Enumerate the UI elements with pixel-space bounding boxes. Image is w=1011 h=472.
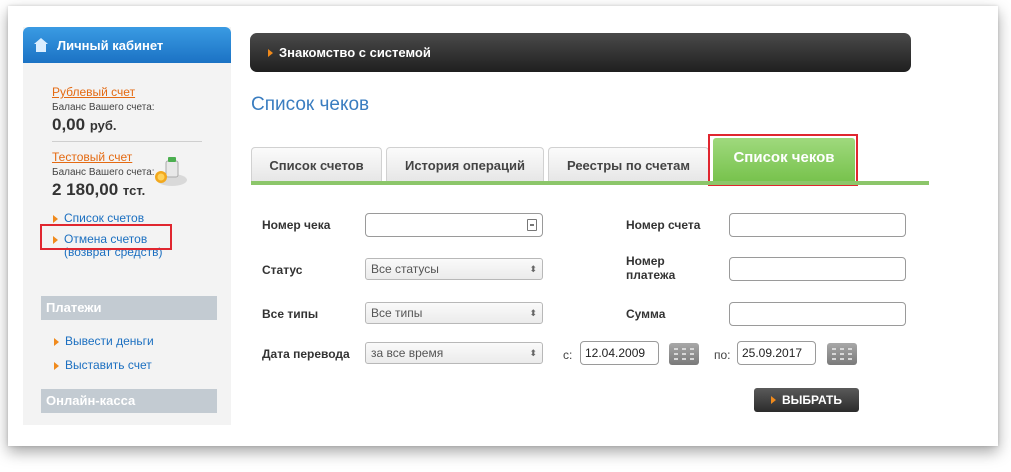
payments-section-header[interactable]: Платежи [41, 296, 217, 320]
tab-underline [251, 181, 929, 185]
test-balance-value: 2 180,00 [52, 180, 119, 199]
test-account-link[interactable]: Тестовый счет [52, 150, 221, 164]
ruble-balance-value: 0,00 [52, 115, 86, 134]
transfer-date-select-value: за все время [371, 346, 444, 360]
payment-number-label: Номер платежа [626, 254, 675, 282]
transfer-date-select[interactable]: за все время ⬍ [365, 342, 543, 364]
amount-input[interactable] [729, 302, 906, 326]
tab-operations-history[interactable]: История операций [386, 147, 544, 182]
select-arrows-icon: ⬍ [529, 348, 537, 358]
selected-item-highlight [40, 224, 172, 250]
intro-bar-label: Знакомство с системой [279, 45, 431, 60]
divider [52, 141, 202, 142]
date-to-label: по: [714, 348, 731, 362]
date-to-input[interactable]: 25.09.2017 [737, 341, 816, 365]
calendar-icon[interactable] [669, 343, 699, 365]
status-select[interactable]: Все статусы ⬍ [365, 258, 543, 280]
active-tab-highlight [708, 134, 858, 186]
types-label: Все типы [262, 307, 319, 321]
home-icon [33, 38, 49, 52]
sidebar-header-label: Личный кабинет [57, 37, 164, 53]
date-from-label: с: [563, 348, 573, 362]
ruble-account-link[interactable]: Рублевый счет [52, 85, 221, 99]
sidebar-item-withdraw[interactable]: Вывести деньги [53, 335, 154, 348]
select-arrows-icon: ⬍ [529, 264, 537, 274]
calendar-icon[interactable] [827, 343, 857, 365]
select-button[interactable]: ВЫБРАТЬ [754, 388, 859, 412]
amount-label: Сумма [626, 307, 666, 321]
sidebar-item-issue-invoice[interactable]: Выставить счет [53, 359, 152, 372]
receipt-number-input[interactable] [365, 213, 543, 237]
arrow-right-icon [268, 48, 273, 57]
types-select-value: Все типы [371, 306, 423, 320]
select-arrows-icon: ⬍ [529, 308, 537, 318]
receipt-number-label: Номер чека [262, 218, 331, 232]
test-currency: тст. [122, 183, 146, 198]
payment-number-label-line1: Номер [626, 254, 665, 268]
intro-bar[interactable]: Знакомство с системой [250, 33, 911, 72]
sidebar-header[interactable]: Личный кабинет [23, 27, 231, 63]
document-icon[interactable] [527, 219, 537, 231]
account-number-input[interactable] [729, 213, 906, 237]
arrow-right-icon [770, 396, 776, 404]
types-select[interactable]: Все типы ⬍ [365, 302, 543, 324]
test-balance-label: Баланс Вашего счета: [52, 167, 155, 178]
ruble-balance-label: Баланс Вашего счета: [52, 102, 155, 113]
select-button-label: ВЫБРАТЬ [781, 393, 842, 407]
payment-number-label-line2: платежа [626, 268, 676, 282]
page-title: Список чеков [251, 94, 370, 115]
ruble-balance: 0,00 руб. [52, 115, 221, 135]
transfer-date-label: Дата перевода [262, 347, 350, 361]
payment-number-input[interactable] [729, 257, 906, 281]
tab-registries[interactable]: Реестры по счетам [548, 147, 709, 182]
account-number-label: Номер счета [626, 218, 701, 232]
tab-invoices[interactable]: Список счетов [251, 147, 382, 182]
status-select-value: Все статусы [371, 262, 439, 276]
ruble-currency: руб. [89, 118, 117, 133]
status-label: Статус [262, 263, 303, 277]
date-from-input[interactable]: 12.04.2009 [580, 341, 659, 365]
online-kassa-section-header[interactable]: Онлайн-касса [41, 389, 217, 413]
coins-icon [155, 157, 187, 186]
test-balance: 2 180,00 тст. [52, 180, 221, 200]
